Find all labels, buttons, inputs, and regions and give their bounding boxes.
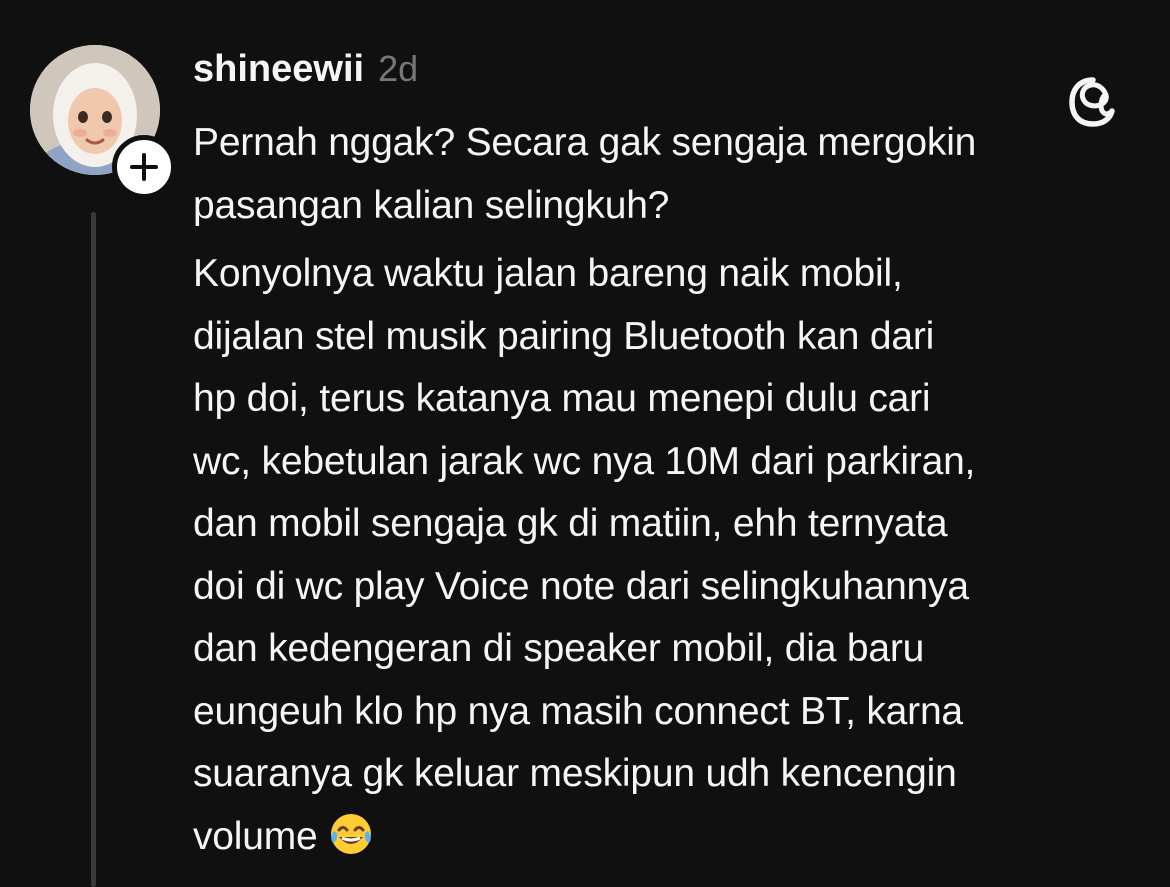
text-line-content: volume [193, 814, 318, 858]
post-header: shineewii 2d [193, 48, 418, 96]
text-line: pasangan kalian selingkuh? [193, 183, 670, 227]
text-line: Pernah nggak? Secara gak sengaja mergoki… [193, 121, 977, 164]
text-line: Konyolnya waktu jalan bareng naik mobil, [193, 252, 903, 295]
text-line-last: volume [193, 806, 1143, 869]
post-timestamp: 2d [378, 48, 419, 89]
text-line: doi di wc play Voice note dari selingkuh… [193, 564, 969, 608]
face-with-tears-of-joy-emoji [328, 811, 374, 857]
text-line: hp doi, terus katanya mau menepi dulu ca… [193, 377, 931, 420]
text-line: eungeuh klo hp nya masih connect BT, kar… [193, 689, 963, 733]
text-line: suaranya gk keluar meskipun udh kencengi… [193, 752, 957, 795]
thread-post: shineewii 2d Pernah nggak? Secara gak se… [0, 0, 1170, 887]
username-link[interactable]: shineewii [193, 48, 364, 91]
text-line: wc, kebetulan jarak wc nya 10M dari park… [193, 439, 976, 483]
post-body: Pernah nggak? Secara gak sengaja mergoki… [193, 112, 1143, 868]
follow-button[interactable] [112, 135, 176, 199]
post-paragraph-2: Konyolnya waktu jalan bareng naik mobil,… [193, 243, 1143, 868]
plus-icon [130, 153, 158, 181]
text-line: dan mobil sengaja gk di matiin, ehh tern… [193, 502, 948, 545]
thread-connector-line [91, 212, 96, 887]
avatar-container[interactable] [30, 45, 176, 199]
text-line: dan kedengeran di speaker mobil, dia bar… [193, 627, 925, 670]
text-line: dijalan stel musik pairing Bluetooth kan… [193, 314, 935, 358]
post-paragraph-1: Pernah nggak? Secara gak sengaja mergoki… [193, 112, 1143, 237]
